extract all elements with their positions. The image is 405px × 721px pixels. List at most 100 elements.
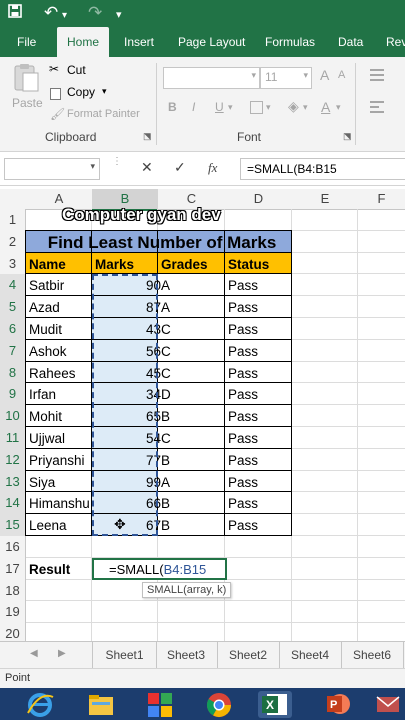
name-cell[interactable]: Ujjwal (26, 427, 98, 449)
row-header-7[interactable]: 7 (0, 339, 26, 363)
sheet-tab-sheet1[interactable]: Sheet1 (92, 642, 157, 668)
tab-home[interactable]: Home (57, 27, 110, 57)
row-header-9[interactable]: 9 (0, 383, 26, 407)
powerpoint-icon[interactable]: P (323, 691, 353, 718)
name-cell[interactable]: Rahees (26, 362, 98, 384)
row-header-2[interactable]: 2 (0, 230, 26, 254)
status-cell[interactable]: Pass (225, 274, 298, 296)
internet-explorer-icon[interactable] (25, 691, 55, 718)
table-title[interactable]: Find Least Number of Marks (26, 231, 298, 253)
fill-color-dropdown-icon[interactable]: ▾ (303, 102, 308, 113)
grade-cell[interactable]: A (158, 274, 231, 296)
row-header-18[interactable]: 18 (0, 579, 26, 603)
status-header[interactable]: Status (225, 253, 298, 275)
mail-icon[interactable] (373, 691, 403, 718)
row-header-16[interactable]: 16 (0, 536, 26, 559)
result-formula-cell[interactable]: =SMALL(B4:B15 (92, 557, 227, 580)
grade-cell[interactable]: A (158, 296, 231, 318)
name-cell[interactable]: Ashok (26, 340, 98, 362)
grade-cell[interactable]: C (158, 318, 231, 340)
name-cell[interactable]: Satbir (26, 274, 98, 296)
name-cell[interactable]: Irfan (26, 383, 98, 405)
scroll-right-icon[interactable]: ▶ (58, 648, 66, 659)
status-cell[interactable]: Pass (225, 514, 298, 536)
row-header-19[interactable]: 19 (0, 601, 26, 625)
row-header-12[interactable]: 12 (0, 448, 26, 472)
scroll-left-icon[interactable]: ◀ (30, 648, 38, 659)
customize-qat-icon[interactable]: ▾ (116, 6, 122, 24)
fill-color-icon[interactable]: ◈ (288, 98, 299, 115)
row-header-4[interactable]: 4 (0, 274, 26, 298)
select-all-corner[interactable] (0, 189, 27, 210)
row-header-3[interactable]: 3 (0, 252, 26, 276)
name-cell[interactable]: Azad (26, 296, 98, 318)
name-cell[interactable]: Priyanshi (26, 449, 98, 471)
name-header[interactable]: Name (26, 253, 98, 275)
font-launcher-icon[interactable]: ⬔ (343, 131, 352, 142)
undo-dropdown-icon[interactable]: ▾ (62, 7, 67, 25)
save-icon[interactable] (8, 4, 22, 23)
font-size-dropdown[interactable]: 11 ▾ (260, 67, 312, 89)
status-cell[interactable]: Pass (225, 427, 298, 449)
marks-header[interactable]: Marks (92, 253, 164, 275)
font-name-dropdown[interactable]: ▾ (163, 67, 260, 89)
clipboard-launcher-icon[interactable]: ⬔ (143, 131, 152, 142)
font-color-dropdown-icon[interactable]: ▾ (336, 102, 341, 113)
row-header-17[interactable]: 17 (0, 557, 26, 581)
underline-button[interactable]: U (215, 100, 224, 114)
row-header-6[interactable]: 6 (0, 318, 26, 341)
grade-cell[interactable]: B (158, 405, 231, 427)
cancel-icon[interactable]: ✕ (141, 159, 153, 176)
decrease-font-icon[interactable]: A (338, 69, 345, 81)
grades-header[interactable]: Grades (158, 253, 231, 275)
file-explorer-icon[interactable] (86, 691, 116, 718)
name-cell[interactable]: Mudit (26, 318, 98, 340)
status-cell[interactable]: Pass (225, 405, 298, 427)
sheet-tab-sheet2[interactable]: Sheet2 (217, 642, 280, 668)
grade-cell[interactable]: C (158, 362, 231, 384)
column-header-d[interactable]: D (225, 189, 293, 210)
format-painter-button[interactable]: Format Painter (67, 108, 140, 120)
align-top-icon[interactable] (370, 69, 384, 81)
row-header-15[interactable]: 15 (0, 514, 26, 537)
status-cell[interactable]: Pass (225, 492, 298, 514)
status-cell[interactable]: Pass (225, 362, 298, 384)
formula-input[interactable]: =SMALL(B4:B15 (240, 158, 405, 180)
insert-function-icon[interactable]: fx (208, 160, 217, 176)
tab-review[interactable]: Rev (386, 27, 405, 57)
enter-icon[interactable]: ✓ (174, 159, 186, 176)
row-header-5[interactable]: 5 (0, 296, 26, 319)
row-header-14[interactable]: 14 (0, 492, 26, 516)
status-cell[interactable]: Pass (225, 471, 298, 493)
name-box[interactable]: ▾ (4, 158, 100, 180)
bold-button[interactable]: B (168, 100, 177, 114)
tab-file[interactable]: File (17, 27, 36, 57)
grade-cell[interactable]: A (158, 471, 231, 493)
borders-icon[interactable] (250, 101, 263, 114)
undo-icon[interactable]: ↶ (44, 4, 58, 22)
status-cell[interactable]: Pass (225, 340, 298, 362)
paste-icon[interactable] (12, 63, 40, 93)
row-header-8[interactable]: 8 (0, 361, 26, 385)
status-cell[interactable]: Pass (225, 383, 298, 405)
name-cell[interactable]: Siya (26, 471, 98, 493)
sheet-tab-sheet6[interactable]: Sheet6 (341, 642, 404, 668)
row-header-10[interactable]: 10 (0, 405, 26, 428)
worksheet-grid[interactable]: A B C D E F 1 2 3 4 5 6 7 8 9 10 11 12 13 14 15 16 17 18 19 20 Fin… (0, 189, 405, 646)
paste-button[interactable]: Paste (12, 96, 43, 110)
row-header-11[interactable]: 11 (0, 427, 26, 450)
redo-icon[interactable]: ↷ (88, 4, 102, 22)
grade-cell[interactable]: B (158, 514, 231, 536)
tab-page-layout[interactable]: Page Layout (178, 27, 245, 57)
grade-cell[interactable]: C (158, 340, 231, 362)
sheet-tab-sheet4[interactable]: Sheet4 (279, 642, 342, 668)
tab-formulas[interactable]: Formulas (265, 27, 315, 57)
copy-button[interactable]: Copy (67, 85, 95, 99)
row-header-1[interactable]: 1 (0, 209, 26, 232)
column-header-e[interactable]: E (292, 189, 359, 210)
sheet-tab-sheet3[interactable]: Sheet3 (155, 642, 218, 668)
underline-dropdown-icon[interactable]: ▾ (228, 102, 233, 113)
status-cell[interactable]: Pass (225, 449, 298, 471)
app-grid-icon[interactable] (145, 691, 175, 718)
name-cell[interactable]: Himanshu (26, 492, 98, 514)
